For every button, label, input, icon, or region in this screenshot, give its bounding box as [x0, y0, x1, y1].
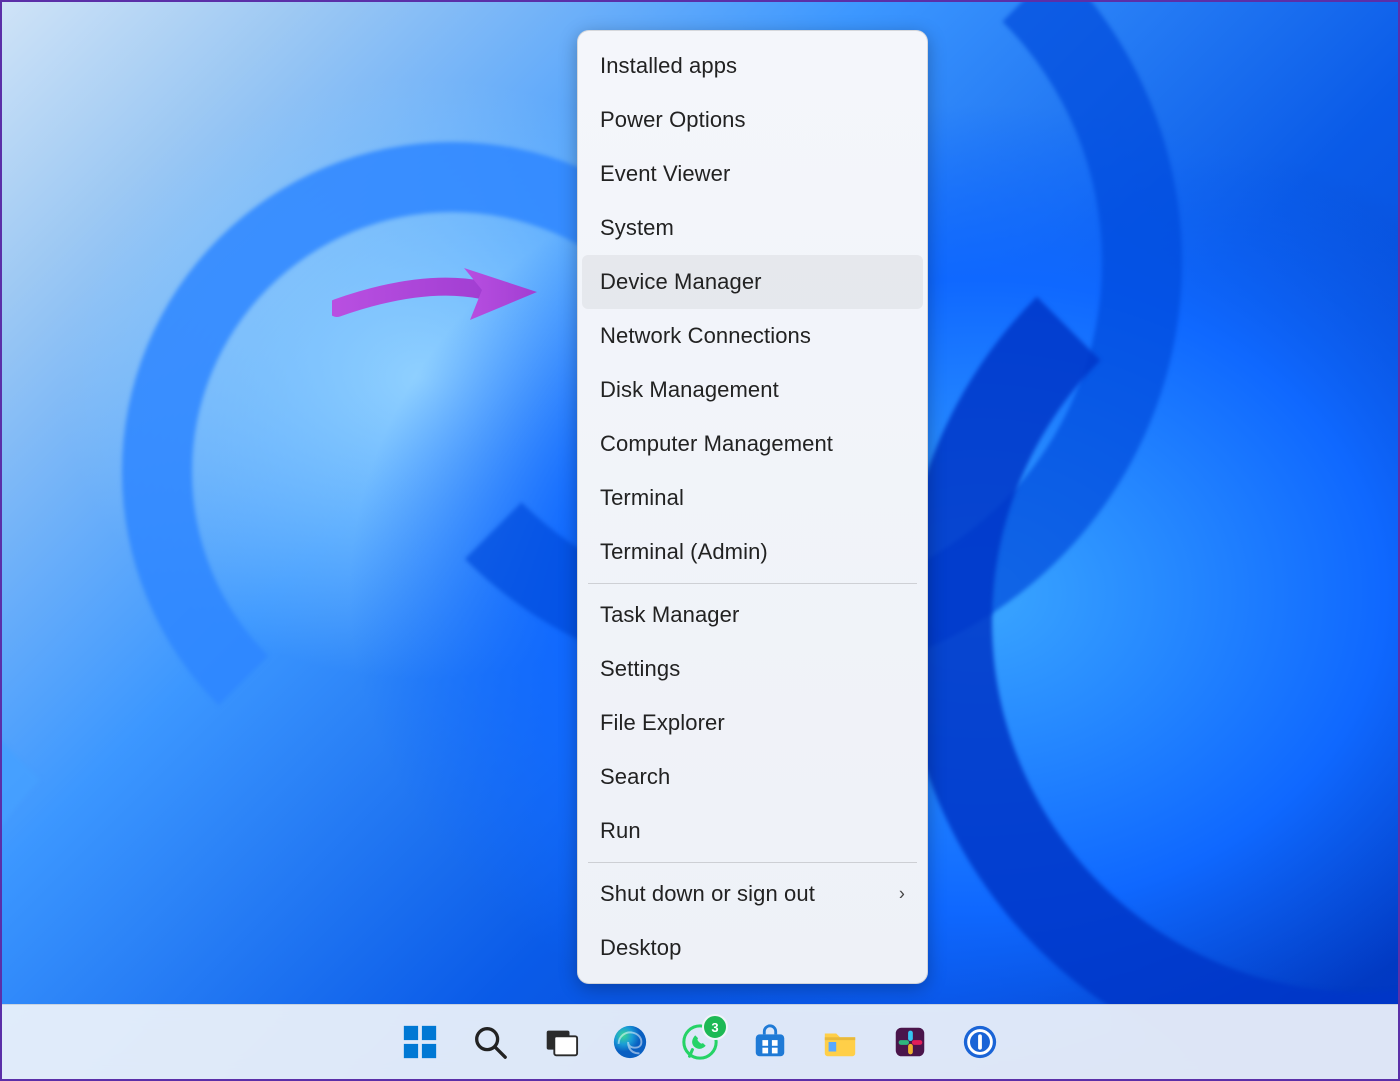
- taskbar-item-task-view[interactable]: [538, 1020, 582, 1064]
- chevron-right-icon: ›: [899, 884, 905, 905]
- menu-item-settings[interactable]: Settings: [582, 642, 923, 696]
- taskbar-item-edge[interactable]: [608, 1020, 652, 1064]
- onepassword-icon: [961, 1023, 999, 1061]
- menu-item-label: Network Connections: [600, 323, 811, 349]
- menu-item-label: Search: [600, 764, 670, 790]
- menu-item-label: Power Options: [600, 107, 746, 133]
- slack-icon: [891, 1023, 929, 1061]
- taskbar-item-1password[interactable]: [958, 1020, 1002, 1064]
- menu-item-label: Event Viewer: [600, 161, 730, 187]
- taskview-icon: [541, 1023, 579, 1061]
- menu-item-installed-apps[interactable]: Installed apps: [582, 39, 923, 93]
- menu-item-label: Task Manager: [600, 602, 739, 628]
- taskbar-item-slack[interactable]: [888, 1020, 932, 1064]
- menu-item-terminal-admin[interactable]: Terminal (Admin): [582, 525, 923, 579]
- search-icon: [471, 1023, 509, 1061]
- menu-item-label: Device Manager: [600, 269, 762, 295]
- taskbar: 3: [2, 1004, 1398, 1079]
- menu-item-label: File Explorer: [600, 710, 725, 736]
- menu-item-label: Disk Management: [600, 377, 779, 403]
- store-icon: [751, 1023, 789, 1061]
- edge-icon: [611, 1023, 649, 1061]
- menu-item-system[interactable]: System: [582, 201, 923, 255]
- taskbar-item-file-explorer[interactable]: [818, 1020, 862, 1064]
- menu-item-label: Terminal: [600, 485, 684, 511]
- menu-item-shut-down-or-sign-out[interactable]: Shut down or sign out ›: [582, 867, 923, 921]
- menu-item-computer-management[interactable]: Computer Management: [582, 417, 923, 471]
- menu-item-search[interactable]: Search: [582, 750, 923, 804]
- menu-item-power-options[interactable]: Power Options: [582, 93, 923, 147]
- menu-item-desktop[interactable]: Desktop: [582, 921, 923, 975]
- menu-item-task-manager[interactable]: Task Manager: [582, 588, 923, 642]
- notification-badge: 3: [702, 1014, 728, 1040]
- menu-item-terminal[interactable]: Terminal: [582, 471, 923, 525]
- taskbar-item-whatsapp[interactable]: 3: [678, 1020, 722, 1064]
- folder-icon: [821, 1023, 859, 1061]
- menu-item-label: Computer Management: [600, 431, 833, 457]
- menu-item-device-manager[interactable]: Device Manager: [582, 255, 923, 309]
- start-icon: [401, 1023, 439, 1061]
- taskbar-item-search[interactable]: [468, 1020, 512, 1064]
- menu-item-label: Settings: [600, 656, 680, 682]
- menu-separator: [588, 583, 917, 584]
- menu-item-event-viewer[interactable]: Event Viewer: [582, 147, 923, 201]
- menu-item-file-explorer[interactable]: File Explorer: [582, 696, 923, 750]
- menu-separator: [588, 862, 917, 863]
- menu-item-label: Terminal (Admin): [600, 539, 768, 565]
- menu-item-run[interactable]: Run: [582, 804, 923, 858]
- taskbar-item-start[interactable]: [398, 1020, 442, 1064]
- menu-item-label: System: [600, 215, 674, 241]
- menu-item-network-connections[interactable]: Network Connections: [582, 309, 923, 363]
- taskbar-item-microsoft-store[interactable]: [748, 1020, 792, 1064]
- menu-item-label: Shut down or sign out: [600, 881, 815, 907]
- winx-context-menu[interactable]: Installed apps Power Options Event Viewer S…: [577, 30, 928, 984]
- menu-item-label: Run: [600, 818, 641, 844]
- menu-item-label: Installed apps: [600, 53, 737, 79]
- menu-item-label: Desktop: [600, 935, 681, 961]
- menu-item-disk-management[interactable]: Disk Management: [582, 363, 923, 417]
